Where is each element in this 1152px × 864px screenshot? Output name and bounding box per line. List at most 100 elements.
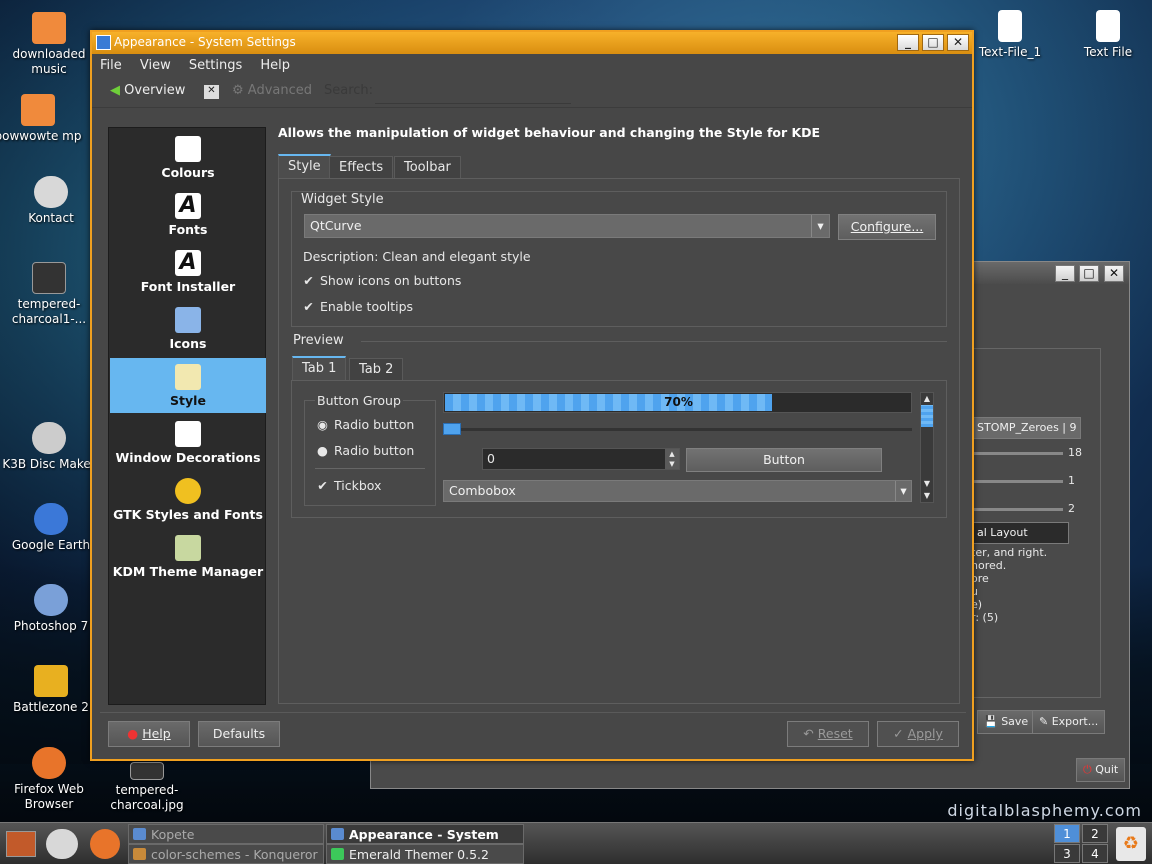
slider-track[interactable] — [443, 423, 912, 435]
maximize-button[interactable]: □ — [922, 34, 944, 51]
close-button[interactable]: ✕ — [1104, 265, 1124, 282]
quit-button[interactable]: ⏻ Quit — [1076, 758, 1126, 782]
pager-desktop-2[interactable]: 2 — [1082, 824, 1108, 843]
sidebar-item-kdm-theme[interactable]: KDM Theme Manager — [110, 529, 266, 584]
firefox-icon — [32, 747, 66, 779]
show-icons-checkbox[interactable]: ✔ Show icons on buttons — [303, 273, 461, 288]
reset-button[interactable]: ↶ Reset — [787, 721, 869, 747]
text-file-icon — [998, 10, 1022, 42]
scrollbar[interactable]: ▲ ▼ ▼ — [920, 392, 934, 503]
emerald-icon — [331, 848, 344, 860]
minimize-button[interactable]: _ — [897, 34, 919, 51]
desktop-icon-firefox[interactable]: Firefox Web Browser — [1, 747, 97, 812]
export-button[interactable]: ✎ Export... — [1032, 710, 1106, 734]
search-input[interactable] — [375, 80, 571, 104]
task-kopete[interactable]: Kopete — [128, 824, 324, 844]
desktop-icon-tempered-charcoal1[interactable]: tempered-charcoal1-... — [1, 262, 97, 327]
checkmark-icon: ✔ — [317, 478, 328, 493]
widget-style-combo[interactable]: QtCurve ▾ — [304, 214, 830, 238]
preview-button[interactable]: Button — [686, 448, 882, 472]
appearance-window[interactable]: Appearance - System Settings _ □ ✕ File … — [90, 30, 974, 761]
scrollbar-thumb[interactable] — [921, 405, 933, 427]
enable-tooltips-checkbox[interactable]: ✔ Enable tooltips — [303, 299, 413, 314]
save-button[interactable]: 💾 Save — [977, 710, 1036, 734]
preview-tab-1[interactable]: Tab 1 — [292, 356, 347, 380]
menu-help[interactable]: Help — [260, 58, 290, 73]
bg-slider[interactable] — [971, 508, 1063, 511]
task-konqueror[interactable]: color-schemes - Konqueror — [128, 844, 324, 864]
bg-slider-value: 1 — [1068, 474, 1075, 487]
desktop-icon-battlezone[interactable]: Battlezone 2 — [3, 665, 99, 715]
bg-slider[interactable] — [971, 452, 1063, 455]
menu-view[interactable]: View — [140, 58, 171, 73]
menu-file[interactable]: File — [100, 58, 122, 73]
desktop-icon-text-file[interactable]: Text File — [1060, 10, 1152, 60]
trash-icon[interactable]: ♻ — [1116, 827, 1146, 861]
spinbox[interactable]: 0 ▲ ▼ — [482, 448, 680, 470]
minimize-button[interactable]: _ — [1055, 265, 1075, 282]
folder-icon — [32, 12, 66, 44]
desktop-icon-powwowtemp[interactable]: powwowte mp — [0, 94, 86, 144]
configure-button[interactable]: Configure... — [838, 214, 936, 240]
image-file-icon — [130, 762, 164, 780]
sidebar-item-icons[interactable]: Icons — [110, 301, 266, 356]
sidebar-item-fonts[interactable]: A Fonts — [110, 187, 266, 242]
kmenu-icon[interactable] — [6, 831, 36, 857]
pager-desktop-4[interactable]: 4 — [1082, 844, 1108, 863]
bg-slider-value: 18 — [1068, 446, 1082, 459]
radio-button-2[interactable]: ● Radio button — [317, 443, 414, 458]
preview-combobox[interactable]: Combobox ▾ — [443, 480, 912, 502]
close-button[interactable]: ✕ — [947, 34, 969, 51]
scroll-down-icon: ▼ — [923, 479, 931, 488]
desktop-icon-kontact[interactable]: Kontact — [3, 176, 99, 226]
apply-button[interactable]: ✓ Apply — [877, 721, 959, 747]
desktop-icon-photoshop[interactable]: Photoshop 7 — [3, 584, 99, 634]
pager-desktop-1[interactable]: 1 — [1054, 824, 1080, 843]
radio-selected-icon: ◉ — [317, 417, 328, 432]
sidebar-item-style[interactable]: Style — [110, 358, 266, 413]
maximize-button[interactable]: □ — [1079, 265, 1099, 282]
task-appearance[interactable]: Appearance - System Set — [326, 824, 524, 861]
window-titlebar[interactable]: Appearance - System Settings _ □ ✕ — [92, 32, 972, 54]
advanced-button[interactable]: ⚙ Advanced — [232, 83, 312, 98]
desktop-icon-text-file-1[interactable]: Text-File_1 — [962, 10, 1058, 60]
style-description: Description: Clean and elegant style — [303, 249, 531, 264]
kontact-launcher-icon[interactable] — [46, 829, 78, 859]
sidebar-item-gtk-styles[interactable]: GTK Styles and Fonts — [110, 472, 266, 527]
help-button[interactable]: ● Help — [108, 721, 190, 747]
pager-desktop-3[interactable]: 3 — [1054, 844, 1080, 863]
back-arrow-icon: ◀ — [110, 83, 120, 98]
radio-empty-icon: ● — [317, 443, 328, 458]
desktop-icon-google-earth[interactable]: Google Earth — [3, 503, 99, 553]
tab-effects[interactable]: Effects — [329, 156, 394, 180]
sidebar-item-colours[interactable]: Colours — [110, 130, 266, 185]
desktop-icon-downloaded-music[interactable]: downloaded music — [1, 12, 97, 77]
preview-divider — [361, 341, 947, 342]
overview-button[interactable]: ◀ Overview — [110, 83, 185, 98]
tickbox[interactable]: ✔ Tickbox — [317, 478, 381, 493]
preview-tab-2[interactable]: Tab 2 — [349, 358, 404, 382]
firefox-launcher-icon[interactable] — [90, 829, 120, 859]
toolbar: ◀ Overview ✕ ⚙ Advanced Search: — [92, 78, 972, 108]
slider-handle[interactable] — [443, 423, 461, 435]
menubar: File View Settings Help — [92, 54, 972, 78]
sidebar-item-window-decorations[interactable]: Window Decorations — [110, 415, 266, 470]
tab-style[interactable]: Style — [278, 154, 331, 178]
clear-icon[interactable]: ✕ — [204, 85, 219, 99]
menu-settings[interactable]: Settings — [189, 58, 242, 73]
font-installer-icon: A — [175, 250, 201, 276]
folder-icon — [21, 94, 55, 126]
desktop-icon-tempered-charcoal[interactable]: tempered-charcoal.jpg — [99, 762, 195, 813]
bg-slider[interactable] — [971, 480, 1063, 483]
defaults-button[interactable]: Defaults — [198, 721, 280, 747]
desktop-icon-k3b[interactable]: K3B Disc Maker — [1, 422, 97, 472]
page-heading: Allows the manipulation of widget behavi… — [278, 125, 821, 140]
power-icon: ⏻ — [1083, 763, 1092, 776]
bg-combo[interactable]: STOMP_Zeroes | 9 — [971, 417, 1081, 439]
bg-layout-combo[interactable]: al Layout — [971, 522, 1069, 544]
tab-toolbar[interactable]: Toolbar — [394, 156, 461, 180]
radio-button-1[interactable]: ◉ Radio button — [317, 417, 414, 432]
checkmark-icon: ✔ — [303, 273, 314, 288]
sidebar-item-font-installer[interactable]: A Font Installer — [110, 244, 266, 299]
task-emerald[interactable]: Emerald Themer 0.5.2 — [326, 844, 524, 864]
